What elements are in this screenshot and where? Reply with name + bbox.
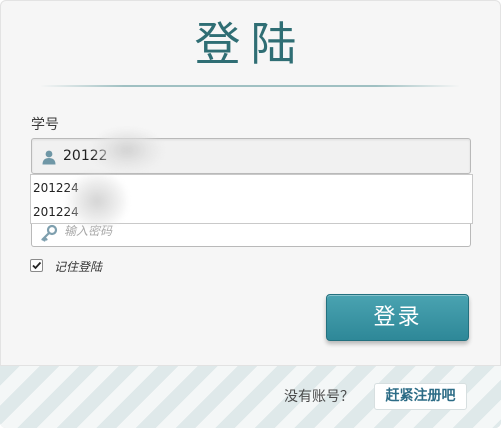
login-button[interactable]: 登录 — [326, 294, 469, 341]
redaction-blur — [92, 128, 162, 172]
username-label: 学号 — [31, 117, 59, 133]
title-divider — [40, 85, 460, 87]
register-link[interactable]: 赶紧注册吧 — [374, 383, 467, 410]
key-icon — [40, 224, 58, 242]
redaction-blur — [66, 172, 128, 230]
login-card: 登陆 学号 20122 输入密码 201224 201224 记住登陆 登录 没… — [0, 0, 501, 428]
remember-checkbox[interactable] — [30, 259, 43, 272]
footer: 没有账号？ 赶紧注册吧 — [0, 365, 501, 428]
no-account-text: 没有账号？ — [284, 389, 354, 405]
remember-label: 记住登陆 — [54, 260, 103, 274]
user-icon — [41, 149, 57, 165]
page-title: 登陆 — [194, 17, 307, 71]
